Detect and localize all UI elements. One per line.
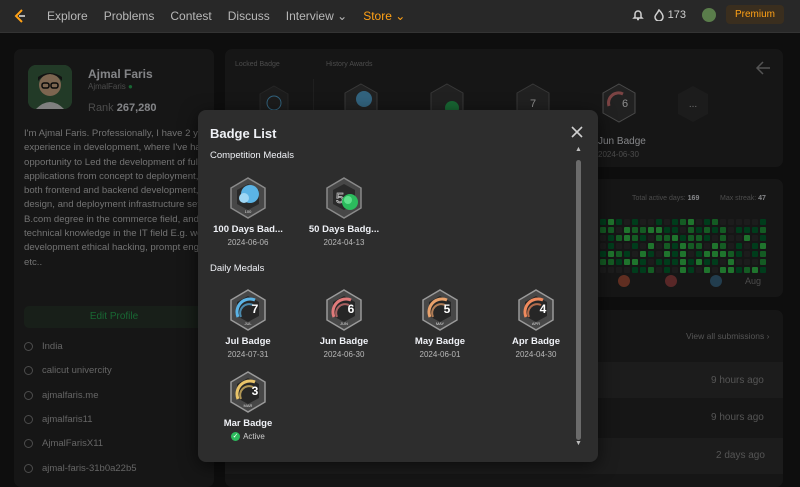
bell-icon[interactable] xyxy=(631,9,644,21)
badge-name: May Badge xyxy=(414,336,466,347)
50-days-badge-icon: 5 xyxy=(326,177,362,219)
badge-item[interactable]: 4 APR Apr Badge 2024-04-30 xyxy=(494,288,578,359)
badge-name: Jul Badge xyxy=(225,336,271,347)
user-avatar-small[interactable] xyxy=(701,7,716,22)
nav-explore[interactable]: Explore xyxy=(47,9,88,23)
may-badge-icon: 5 MAY xyxy=(422,289,458,331)
competition-medals-heading: Competition Medals xyxy=(210,150,294,161)
premium-button[interactable]: Premium xyxy=(725,5,784,24)
badge-number: 5 xyxy=(444,302,451,316)
flame-icon xyxy=(653,8,664,21)
badge-month: APR xyxy=(532,321,540,326)
jun-badge-icon: 6JUN xyxy=(326,289,362,331)
chevron-down-icon: ⌄ xyxy=(395,9,406,23)
mar-badge-icon: 3 MAR xyxy=(230,371,266,413)
scrollbar-thumb[interactable] xyxy=(576,160,581,440)
nav-interview[interactable]: Interview ⌄ xyxy=(286,9,347,23)
badge-date: 2024-04-30 xyxy=(515,350,557,359)
badge-item[interactable]: 5 MAY May Badge 2024-06-01 xyxy=(398,288,482,359)
badge-date: 2024-07-31 xyxy=(227,350,269,359)
top-navbar: Explore Problems Contest Discuss Intervi… xyxy=(0,0,800,33)
badge-item[interactable]: 7 JUL Jul Badge 2024-07-31 xyxy=(206,288,290,359)
badge-name: 100 Days Bad... xyxy=(213,224,283,235)
badge-item[interactable]: 6 JUN Jun Badge 2024-06-30 xyxy=(302,288,386,359)
badge-item[interactable]: 100 100 Days Bad... 2024-06-06 xyxy=(206,176,290,247)
apr-badge-icon: 4APR xyxy=(518,289,554,331)
badge-number: 3 xyxy=(252,384,259,398)
svg-text:100: 100 xyxy=(245,209,252,214)
coins-counter[interactable]: 173 xyxy=(653,8,686,21)
badge-name: Jun Badge xyxy=(319,336,369,347)
scroll-up-arrow[interactable]: ▲ xyxy=(575,146,582,153)
badge-active-status: ✓ Active xyxy=(231,432,265,441)
badge-date: 2024-06-01 xyxy=(419,350,461,359)
badge-date: 2024-06-06 xyxy=(227,238,269,247)
nav-discuss[interactable]: Discuss xyxy=(228,9,270,23)
badge-name: Mar Badge xyxy=(223,418,273,429)
nav-store[interactable]: Store ⌄ xyxy=(363,9,405,23)
badge-list-modal: Badge List Competition Medals 100 100 Da… xyxy=(198,110,598,462)
badge-name: 50 Days Badg... xyxy=(308,224,380,235)
badge-date: 2024-04-13 xyxy=(323,238,365,247)
badge-name: Apr Badge xyxy=(511,336,561,347)
check-icon: ✓ xyxy=(231,432,241,441)
badge-item[interactable]: 5 50 Days Badg... 2024-04-13 xyxy=(302,176,386,247)
chevron-down-icon: ⌄ xyxy=(337,9,348,23)
badge-number: 4 xyxy=(540,302,547,316)
badge-month: MAY xyxy=(436,321,445,326)
badge-month: JUN xyxy=(340,321,348,326)
nav-problems[interactable]: Problems xyxy=(104,9,155,23)
close-icon[interactable] xyxy=(570,125,584,139)
badge-month: JUL xyxy=(244,321,252,326)
leetcode-logo[interactable] xyxy=(12,8,28,24)
jul-badge-icon: 7JUL xyxy=(230,289,266,331)
badge-date: 2024-06-30 xyxy=(323,350,365,359)
scroll-down-arrow[interactable]: ▼ xyxy=(575,440,582,447)
badge-number: 6 xyxy=(348,302,355,316)
badge-month: MAR xyxy=(244,403,253,408)
modal-title: Badge List xyxy=(210,126,277,141)
daily-medals-heading: Daily Medals xyxy=(210,263,265,274)
badge-item[interactable]: 3 MAR Mar Badge ✓ Active xyxy=(206,370,290,441)
badge-number: 7 xyxy=(252,302,259,316)
nav-contest[interactable]: Contest xyxy=(170,9,211,23)
100-days-badge-icon: 100 xyxy=(230,177,266,219)
